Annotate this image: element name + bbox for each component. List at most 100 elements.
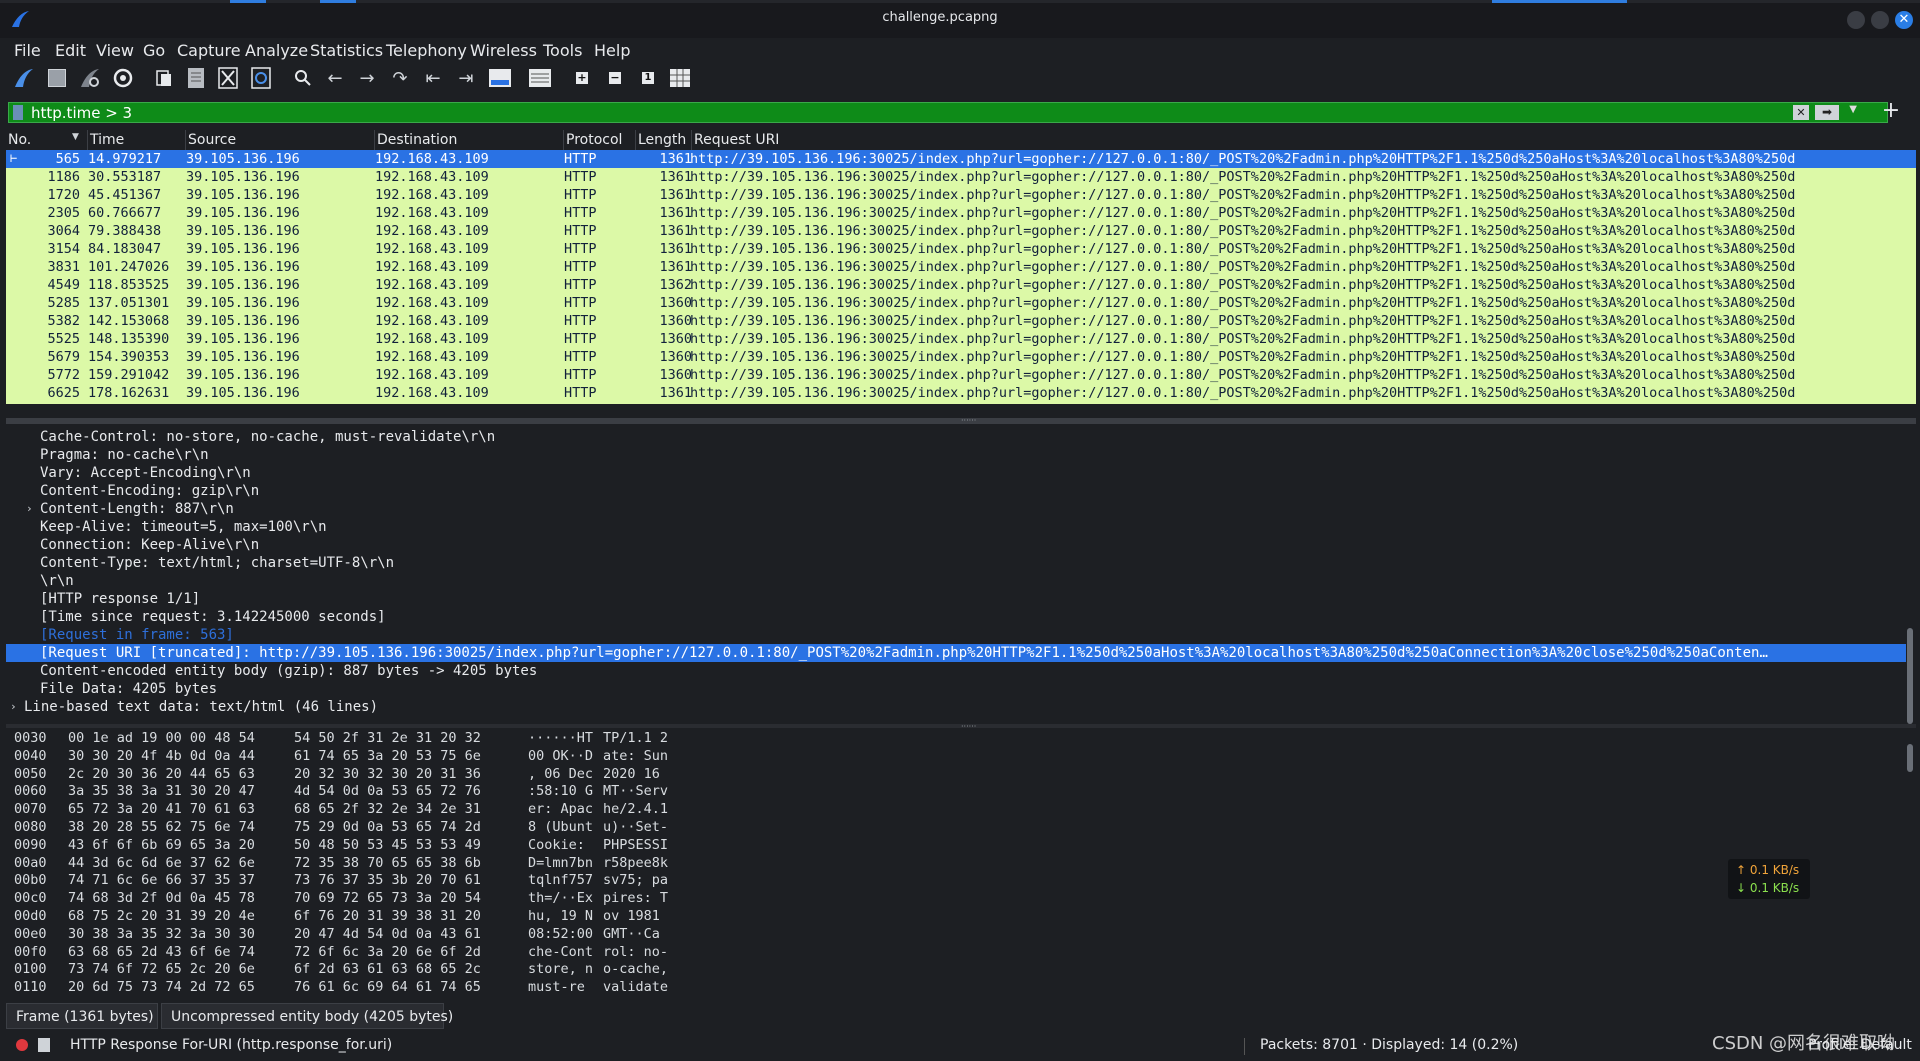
- go-forward-icon[interactable]: →: [355, 66, 379, 90]
- shark-fin-start-icon[interactable]: [12, 66, 36, 90]
- detail-row[interactable]: File Data: 4205 bytes: [6, 680, 1906, 698]
- display-filter-input[interactable]: [31, 103, 1811, 122]
- stop-capture-icon[interactable]: [45, 66, 69, 90]
- packet-row[interactable]: 3154 84.183047 39.105.136.196 192.168.43…: [6, 240, 1916, 258]
- hex-bytes: 43 6f 6f 6b 69 65 3a 20: [68, 836, 255, 853]
- detail-row[interactable]: › Line-based text data: text/html (46 lin…: [6, 698, 1906, 716]
- packet-row[interactable]: 5285 137.051301 39.105.136.196 192.168.4…: [6, 294, 1916, 312]
- column-request-uri[interactable]: Request URI: [692, 130, 1916, 150]
- menu-file[interactable]: File: [14, 38, 41, 64]
- column-time[interactable]: Time: [88, 130, 186, 150]
- normal-size-icon[interactable]: 1: [636, 66, 660, 90]
- packet-row[interactable]: 565 14.979217 39.105.136.196 192.168.43.…: [6, 150, 1916, 168]
- detail-row[interactable]: [Time since request: 3.142245000 seconds…: [6, 608, 1906, 626]
- close-file-icon[interactable]: [216, 66, 240, 90]
- pane-splitter[interactable]: ······: [6, 417, 1916, 425]
- column-destination[interactable]: Destination: [375, 130, 564, 150]
- maximize-button[interactable]: [1871, 11, 1889, 29]
- hex-offset: 00d0: [14, 908, 47, 924]
- autoscroll-icon[interactable]: [488, 66, 512, 90]
- menu-capture[interactable]: Capture: [177, 38, 241, 64]
- bytes-scrollbar[interactable]: [1907, 744, 1913, 772]
- expert-info-led-icon[interactable]: [16, 1039, 28, 1051]
- packet-row[interactable]: 5382 142.153068 39.105.136.196 192.168.4…: [6, 312, 1916, 330]
- save-file-icon[interactable]: [184, 66, 208, 90]
- packet-row[interactable]: 3064 79.388438 39.105.136.196 192.168.43…: [6, 222, 1916, 240]
- menu-go[interactable]: Go: [143, 38, 165, 64]
- clear-filter-icon[interactable]: ✕: [1793, 105, 1809, 120]
- column-source[interactable]: Source: [186, 130, 375, 150]
- add-filter-button-icon[interactable]: +: [1880, 100, 1902, 122]
- packet-row[interactable]: 6625 178.162631 39.105.136.196 192.168.4…: [6, 384, 1916, 402]
- pane-splitter[interactable]: ······: [6, 723, 1916, 731]
- go-back-icon[interactable]: ←: [323, 66, 347, 90]
- packet-row[interactable]: 1720 45.451367 39.105.136.196 192.168.43…: [6, 186, 1916, 204]
- packet-request-uri: http://39.105.136.196:30025/index.php?ur…: [690, 331, 1796, 347]
- detail-row[interactable]: [Request in frame: 563]: [6, 626, 1906, 644]
- zoom-in-icon[interactable]: +: [570, 66, 594, 90]
- download-speed: ↓ 0.1 KB/s: [1736, 881, 1800, 895]
- capture-options-icon[interactable]: [111, 66, 135, 90]
- packet-protocol: HTTP: [564, 151, 597, 167]
- detail-row[interactable]: Pragma: no-cache\r\n: [6, 446, 1906, 464]
- packet-row[interactable]: 2305 60.766677 39.105.136.196 192.168.43…: [6, 204, 1916, 222]
- detail-row[interactable]: Content-Encoding: gzip\r\n: [6, 482, 1906, 500]
- first-packet-icon[interactable]: ⇤: [421, 66, 445, 90]
- expand-arrow-icon[interactable]: ›: [10, 698, 17, 716]
- apply-filter-arrow-icon[interactable]: ➡: [1815, 105, 1839, 120]
- open-file-icon[interactable]: [152, 66, 176, 90]
- packet-row[interactable]: 5772 159.291042 39.105.136.196 192.168.4…: [6, 366, 1916, 384]
- selected-packet-marker-icon: ⊢: [10, 151, 18, 165]
- packet-row[interactable]: 4549 118.853525 39.105.136.196 192.168.4…: [6, 276, 1916, 294]
- menu-edit[interactable]: Edit: [55, 38, 86, 64]
- restart-capture-icon[interactable]: [78, 66, 102, 90]
- menu-wireless[interactable]: Wireless: [470, 38, 537, 64]
- packet-row[interactable]: 1186 30.553187 39.105.136.196 192.168.43…: [6, 168, 1916, 186]
- close-window-button[interactable]: ✕: [1895, 11, 1913, 29]
- find-packet-icon[interactable]: [291, 66, 315, 90]
- detail-row[interactable]: Content-encoded entity body (gzip): 887 …: [6, 662, 1906, 680]
- detail-row[interactable]: Connection: Keep-Alive\r\n: [6, 536, 1906, 554]
- filter-history-dropdown-icon[interactable]: ▼: [1849, 104, 1857, 115]
- detail-row[interactable]: Vary: Accept-Encoding\r\n: [6, 464, 1906, 482]
- tab-uncompressed-body[interactable]: Uncompressed entity body (4205 bytes): [161, 1003, 453, 1029]
- detail-row[interactable]: Keep-Alive: timeout=5, max=100\r\n: [6, 518, 1906, 536]
- menu-tools[interactable]: Tools: [543, 38, 582, 64]
- detail-row[interactable]: › Content-Length: 887\r\n: [6, 500, 1906, 518]
- hex-offset: 00a0: [14, 854, 47, 871]
- menu-help[interactable]: Help: [594, 38, 630, 64]
- resize-columns-icon[interactable]: [668, 66, 692, 90]
- packet-row[interactable]: 3831 101.247026 39.105.136.196 192.168.4…: [6, 258, 1916, 276]
- details-scrollbar[interactable]: [1907, 628, 1913, 724]
- packet-row[interactable]: 5525 148.135390 39.105.136.196 192.168.4…: [6, 330, 1916, 348]
- menu-view[interactable]: View: [96, 38, 134, 64]
- detail-text: Content-Length: 887\r\n: [40, 501, 234, 517]
- packet-no: 6625: [47, 385, 80, 401]
- packet-row[interactable]: 5679 154.390353 39.105.136.196 192.168.4…: [6, 348, 1916, 366]
- detail-row-selected[interactable]: [Request URI [truncated]: http://39.105.…: [6, 644, 1906, 662]
- expand-arrow-icon[interactable]: ›: [26, 500, 33, 518]
- zoom-out-icon[interactable]: −: [603, 66, 627, 90]
- capture-comment-icon[interactable]: [38, 1038, 50, 1052]
- hex-ascii: tqlnf757: [528, 872, 594, 889]
- go-to-packet-icon[interactable]: ↷: [388, 66, 412, 90]
- detail-row[interactable]: Content-Type: text/html; charset=UTF-8\r…: [6, 554, 1906, 572]
- status-packet-counts: Packets: 8701 · Displayed: 14 (0.2%): [1260, 1037, 1519, 1053]
- detail-row[interactable]: [HTTP response 1/1]: [6, 590, 1906, 608]
- detail-row[interactable]: Cache-Control: no-store, no-cache, must-…: [6, 428, 1906, 446]
- menu-analyze[interactable]: Analyze: [245, 38, 308, 64]
- minimize-button[interactable]: [1847, 11, 1865, 29]
- reload-file-icon[interactable]: [249, 66, 273, 90]
- column-length[interactable]: Length: [636, 130, 692, 150]
- detail-row[interactable]: \r\n: [6, 572, 1906, 590]
- hex-ascii: er: Apac: [528, 801, 594, 818]
- filter-bookmark-icon[interactable]: [13, 105, 23, 120]
- tab-frame-bytes[interactable]: Frame (1361 bytes): [6, 1003, 158, 1029]
- colorize-icon[interactable]: [528, 66, 552, 90]
- last-packet-icon[interactable]: ⇥: [454, 66, 478, 90]
- column-protocol[interactable]: Protocol: [564, 130, 636, 150]
- hex-offset: 0070: [14, 801, 47, 818]
- menu-telephony[interactable]: Telephony: [386, 38, 467, 64]
- menu-statistics[interactable]: Statistics: [310, 38, 383, 64]
- packet-request-uri: http://39.105.136.196:30025/index.php?ur…: [690, 169, 1796, 185]
